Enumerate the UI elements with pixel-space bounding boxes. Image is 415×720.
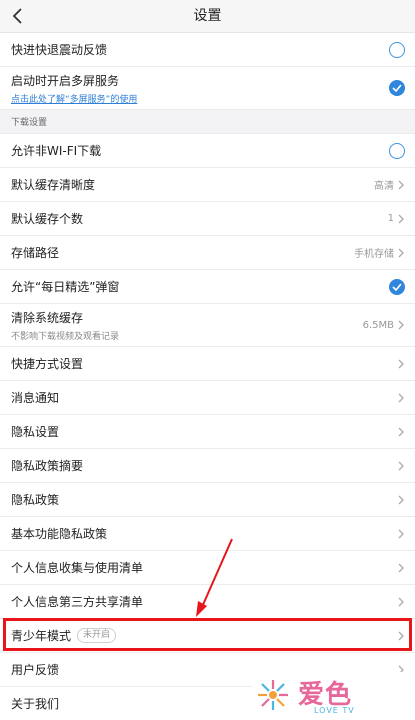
setting-privacy-summary[interactable]: 隐私政策摘要 xyxy=(0,449,415,483)
setting-label: 隐私设置 xyxy=(11,425,60,439)
setting-multiscreen[interactable]: 启动时开启多屏服务 点击此处了解“多屏服务”的使用 xyxy=(0,67,415,110)
chevron-right-icon xyxy=(398,320,404,330)
watermark-logo: 爱色 LOVE TV xyxy=(252,672,415,720)
setting-label: 个人信息收集与使用清单 xyxy=(11,561,144,575)
setting-label: 基本功能隐私政策 xyxy=(11,527,108,541)
unchecked-circle-icon[interactable] xyxy=(389,41,405,58)
setting-default-cache-count[interactable]: 默认缓存个数 1 xyxy=(0,202,415,236)
setting-default-quality[interactable]: 默认缓存清晰度 高清 xyxy=(0,168,415,202)
setting-label: 青少年模式 xyxy=(11,629,72,643)
setting-label: 允许“每日精选”弹窗 xyxy=(11,280,120,294)
chevron-right-icon xyxy=(398,359,404,368)
setting-label: 默认缓存清晰度 xyxy=(11,178,96,192)
setting-clear-cache[interactable]: 清除系统缓存 不影响下载视频及观看记录 6.5MB xyxy=(0,304,415,347)
chevron-right-icon xyxy=(398,461,404,470)
setting-privacy[interactable]: 隐私设置 xyxy=(0,415,415,449)
chevron-right-icon xyxy=(398,214,404,223)
setting-value: 6.5MB xyxy=(362,319,394,331)
annotation-arrow xyxy=(196,538,233,617)
setting-label: 存储路径 xyxy=(11,246,60,260)
setting-non-wifi-download[interactable]: 允许非WI-FI下载 xyxy=(0,134,415,168)
chevron-right-icon xyxy=(398,495,404,504)
chevron-right-icon xyxy=(398,563,404,572)
chevron-right-icon xyxy=(398,529,404,538)
setting-label: 允许非WI-FI下载 xyxy=(11,144,102,158)
setting-daily-popup[interactable]: 允许“每日精选”弹窗 xyxy=(0,270,415,304)
section-header-download: 下载设置 xyxy=(0,110,415,134)
multiscreen-help-link[interactable]: 点击此处了解“多屏服务”的使用 xyxy=(11,92,137,105)
unchecked-circle-icon[interactable] xyxy=(389,142,405,159)
setting-label: 隐私政策 xyxy=(11,493,60,507)
chevron-right-icon xyxy=(398,631,404,640)
flower-logo-icon xyxy=(258,680,288,710)
setting-label: 默认缓存个数 xyxy=(11,212,84,226)
setting-value: 手机存储 xyxy=(354,249,394,260)
setting-label: 启动时开启多屏服务 xyxy=(11,73,120,88)
setting-sub-label: 不影响下载视频及观看记录 xyxy=(11,331,120,342)
status-badge: 未开启 xyxy=(77,628,117,643)
chevron-right-icon xyxy=(398,248,404,257)
setting-label: 关于我们 xyxy=(11,697,60,711)
setting-value: 1 xyxy=(387,213,394,224)
chevron-right-icon xyxy=(398,393,404,402)
setting-notifications[interactable]: 消息通知 xyxy=(0,381,415,415)
setting-label: 快进快退震动反馈 xyxy=(11,43,108,57)
setting-value: 高清 xyxy=(374,181,394,192)
chevron-right-icon xyxy=(398,180,404,189)
setting-storage-path[interactable]: 存储路径 手机存储 xyxy=(0,236,415,270)
checked-circle-icon[interactable] xyxy=(389,80,405,96)
watermark-subtext: LOVE TV xyxy=(314,706,355,715)
setting-youth-mode[interactable]: 青少年模式 未开启 xyxy=(0,619,415,653)
page-title: 设置 xyxy=(193,8,222,24)
setting-label: 个人信息第三方共享清单 xyxy=(11,595,144,609)
setting-shortcuts[interactable]: 快捷方式设置 xyxy=(0,347,415,381)
setting-label: 隐私政策摘要 xyxy=(11,459,84,473)
setting-label: 用户反馈 xyxy=(11,663,60,677)
setting-label: 清除系统缓存 xyxy=(11,310,84,325)
setting-label: 消息通知 xyxy=(11,391,60,405)
chevron-right-icon xyxy=(398,427,404,436)
setting-label: 快捷方式设置 xyxy=(11,357,84,371)
setting-privacy-policy[interactable]: 隐私政策 xyxy=(0,483,415,517)
checked-circle-icon[interactable] xyxy=(389,278,405,295)
setting-seek-vibration[interactable]: 快进快退震动反馈 xyxy=(0,33,415,67)
chevron-right-icon xyxy=(398,597,404,606)
top-bar: 设置 xyxy=(0,0,415,33)
